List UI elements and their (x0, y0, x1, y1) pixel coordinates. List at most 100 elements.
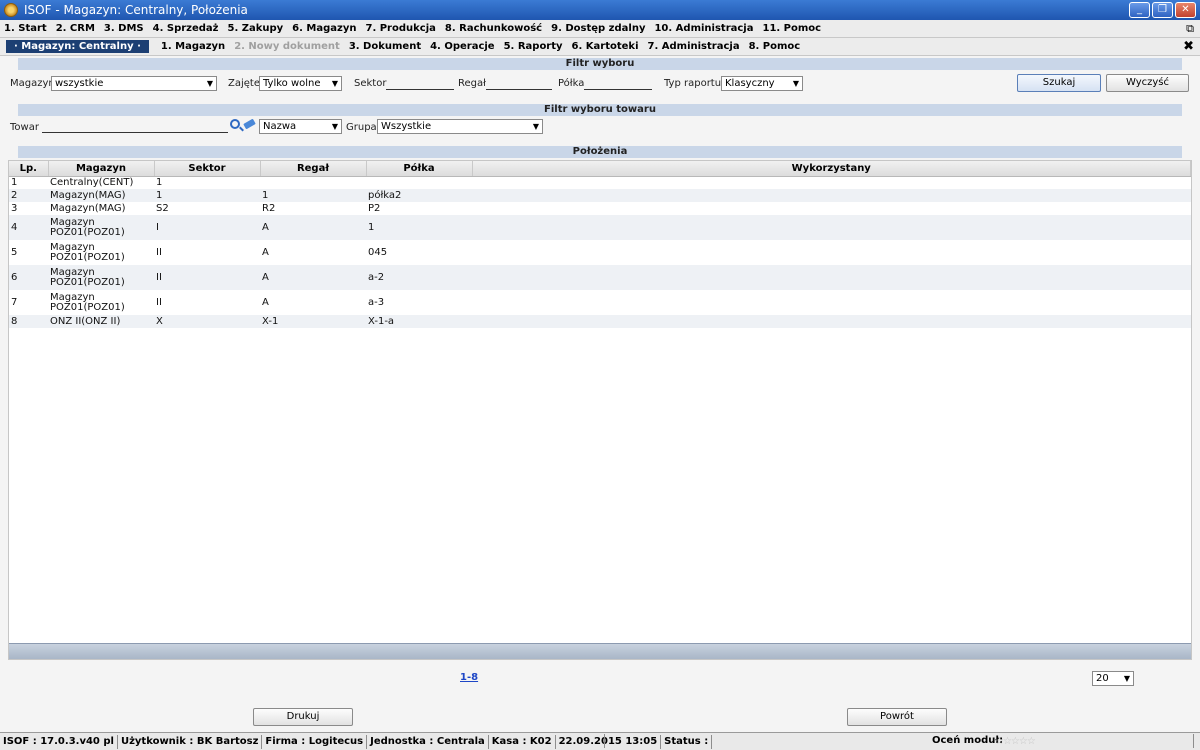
cell-lp: 7 (9, 290, 48, 315)
magazyn-select[interactable]: wszystkie ▼ (51, 76, 217, 91)
typ-raportu-select[interactable]: Klasyczny ▼ (721, 76, 803, 91)
cell-lp: 8 (9, 315, 48, 328)
cell-wykorzystany (472, 315, 1191, 328)
restore-button[interactable]: ❐ (1152, 2, 1173, 18)
menu-item-rachunkowosc[interactable]: 8. Rachunkowość (445, 23, 542, 34)
column-header-sektor[interactable]: Sektor (154, 161, 261, 177)
submenu-item-raporty[interactable]: 5. Raporty (504, 41, 563, 52)
chevron-down-icon: ▼ (532, 122, 539, 131)
minimize-button[interactable]: _ (1129, 2, 1150, 18)
cell-regal: R2 (260, 202, 366, 215)
cell-lp: 1 (9, 176, 48, 189)
table-row[interactable]: 1 Centralny(CENT) 1 (9, 176, 1191, 189)
page-size-select[interactable]: 20 ▼ (1092, 671, 1134, 686)
polka-input[interactable] (584, 77, 652, 90)
submenu-item-dokument[interactable]: 3. Dokument (349, 41, 421, 52)
sektor-input[interactable] (386, 77, 454, 90)
cell-magazyn: Magazyn POZ01(POZ01) (48, 215, 154, 240)
table-row[interactable]: 6 Magazyn POZ01(POZ01) II A a-2 (9, 265, 1191, 290)
menu-item-dostep-zdalny[interactable]: 9. Dostęp zdalny (551, 23, 645, 34)
menu-item-start[interactable]: 1. Start (4, 23, 47, 34)
menu-item-crm[interactable]: 2. CRM (56, 23, 95, 34)
cell-lp: 6 (9, 265, 48, 290)
filter-header: Filtr wyboru (18, 58, 1182, 70)
column-header-lp[interactable]: Lp. (9, 161, 49, 177)
cell-sektor: II (154, 290, 260, 315)
back-button[interactable]: Powrót (847, 708, 947, 726)
product-filter-header: Filtr wyboru towaru (18, 104, 1182, 116)
menu-item-produkcja[interactable]: 7. Produkcja (365, 23, 435, 34)
column-header-polka[interactable]: Półka (366, 161, 473, 177)
main-menu: 1. Start 2. CRM 3. DMS 4. Sprzedaż 5. Za… (0, 20, 1200, 38)
status-company: Firma : Logitecus (262, 734, 368, 749)
cell-polka (366, 176, 472, 189)
zajete-select[interactable]: Tylko wolne ▼ (259, 76, 342, 91)
menu-item-dms[interactable]: 3. DMS (104, 23, 144, 34)
menu-item-magazyn[interactable]: 6. Magazyn (292, 23, 356, 34)
table-row[interactable]: 5 Magazyn POZ01(POZ01) II A 045 (9, 240, 1191, 265)
module-tab-magazyn[interactable]: · Magazyn: Centralny · (6, 40, 149, 53)
table-row[interactable]: 2 Magazyn(MAG) 1 1 półka2 (9, 189, 1191, 202)
chevron-down-icon: ▼ (331, 79, 338, 88)
cell-magazyn: ONZ II(ONZ II) (48, 315, 154, 328)
table-row[interactable]: 7 Magazyn POZ01(POZ01) II A a-3 (9, 290, 1191, 315)
table-row[interactable]: 4 Magazyn POZ01(POZ01) I A 1 (9, 215, 1191, 240)
column-header-wykorzystany[interactable]: Wykorzystany (472, 161, 1191, 177)
search-button[interactable]: Szukaj (1017, 74, 1101, 92)
external-link-icon[interactable]: ⧉ (1186, 22, 1194, 36)
cell-polka: a-2 (366, 265, 472, 290)
submenu-item-pomoc[interactable]: 8. Pomoc (749, 41, 801, 52)
menu-item-pomoc[interactable]: 11. Pomoc (762, 23, 821, 34)
menu-item-administracja[interactable]: 10. Administracja (654, 23, 753, 34)
cell-wykorzystany (472, 240, 1191, 265)
cell-lp: 3 (9, 202, 48, 215)
cell-polka: półka2 (366, 189, 472, 202)
status-bar: ISOF : 17.0.3.v40 pl Użytkownik : BK Bar… (0, 732, 1200, 750)
search-icon[interactable] (230, 119, 240, 129)
cell-magazyn: Magazyn(MAG) (48, 202, 154, 215)
cell-regal: X-1 (260, 315, 366, 328)
cell-wykorzystany (472, 290, 1191, 315)
cell-regal: A (260, 215, 366, 240)
submenu-item-operacje[interactable]: 4. Operacje (430, 41, 495, 52)
close-module-icon[interactable]: ✖ (1183, 39, 1194, 54)
column-header-magazyn[interactable]: Magazyn (48, 161, 155, 177)
rate-module-label: Oceń moduł: (932, 735, 1004, 746)
submenu-item-kartoteki[interactable]: 6. Kartoteki (572, 41, 639, 52)
table-row[interactable]: 3 Magazyn(MAG) S2 R2 P2 (9, 202, 1191, 215)
submenu-item-nowy-dokument: 2. Nowy dokument (234, 41, 340, 52)
towar-input[interactable] (42, 120, 228, 133)
cell-magazyn: Magazyn POZ01(POZ01) (48, 265, 154, 290)
zajete-label: Zajęte (228, 78, 260, 89)
cell-regal: A (260, 265, 366, 290)
chevron-down-icon: ▼ (206, 79, 213, 88)
print-button[interactable]: Drukuj (253, 708, 353, 726)
cell-magazyn: Centralny(CENT) (48, 176, 154, 189)
submenu-item-magazyn[interactable]: 1. Magazyn (161, 41, 225, 52)
table-row[interactable]: 8 ONZ II(ONZ II) X X-1 X-1-a (9, 315, 1191, 328)
cell-lp: 5 (9, 240, 48, 265)
column-header-regal[interactable]: Regał (260, 161, 367, 177)
cell-sektor: II (154, 240, 260, 265)
cell-regal (260, 176, 366, 189)
cell-sektor: X (154, 315, 260, 328)
cell-magazyn: Magazyn POZ01(POZ01) (48, 240, 154, 265)
magazyn-label: Magazyn (10, 78, 55, 89)
menu-item-zakupy[interactable]: 5. Zakupy (227, 23, 283, 34)
star-rating-icon[interactable]: ☆☆☆☆☆ (995, 736, 1036, 747)
pagination-link[interactable]: 1-8 (460, 672, 478, 683)
polka-label: Półka (558, 78, 585, 89)
regal-input[interactable] (486, 77, 552, 90)
clear-button[interactable]: Wyczyść (1106, 74, 1189, 92)
cell-wykorzystany (472, 265, 1191, 290)
status-unit: Jednostka : Centrala (367, 734, 489, 749)
towar-field-select[interactable]: Nazwa ▼ (259, 119, 342, 134)
close-window-button[interactable]: ✕ (1175, 2, 1196, 18)
grupa-select[interactable]: Wszystkie ▼ (377, 119, 543, 134)
locations-table: Lp. Magazyn Sektor Regał Półka Wykorzyst… (8, 160, 1192, 660)
submenu-item-administracja[interactable]: 7. Administracja (648, 41, 740, 52)
cell-sektor: S2 (154, 202, 260, 215)
menu-item-sprzedaz[interactable]: 4. Sprzedaż (153, 23, 219, 34)
cell-lp: 4 (9, 215, 48, 240)
eraser-icon[interactable] (243, 118, 256, 130)
